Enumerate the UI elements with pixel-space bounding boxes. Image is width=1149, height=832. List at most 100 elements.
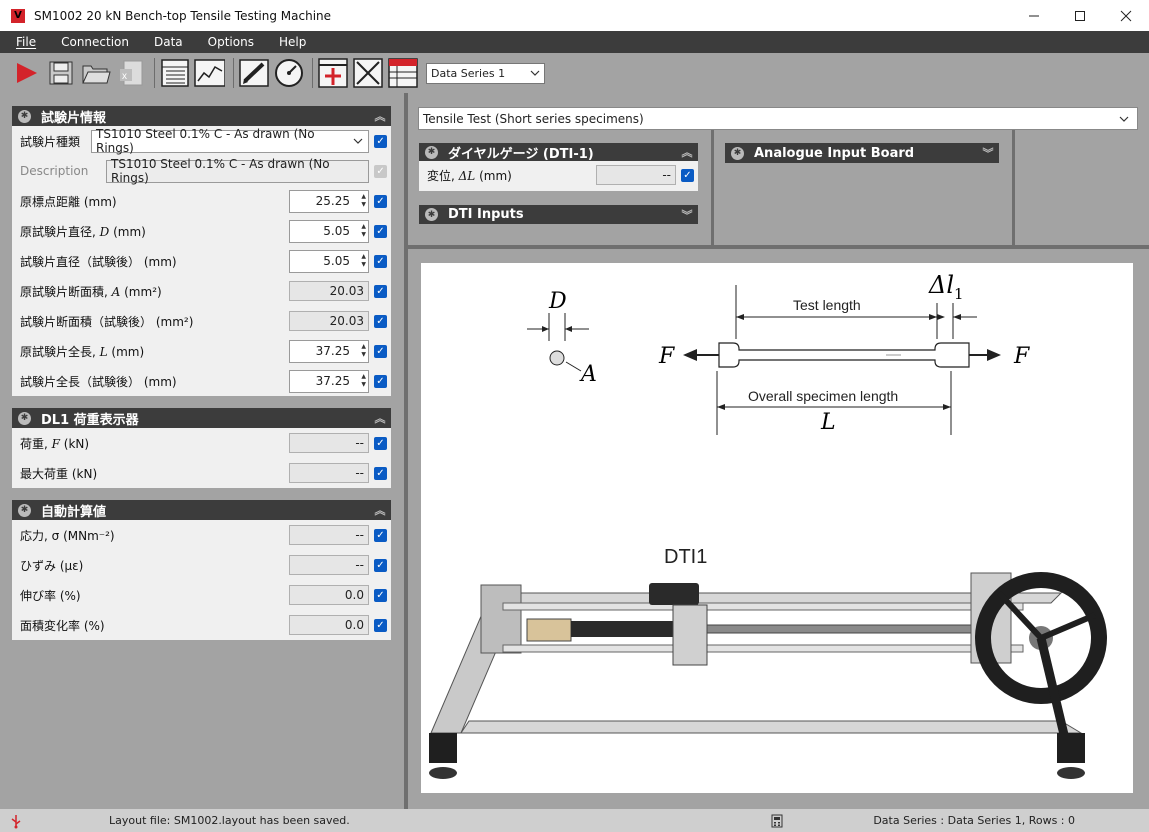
specimen-info-header[interactable]: ✱ 試験片情報 ︽ <box>12 106 391 126</box>
dial-gauge-header[interactable]: ✱ ダイヤルゲージ (DTI-1) ︽ <box>419 143 698 162</box>
checkbox: ✓ <box>374 164 387 178</box>
dti-inputs-header[interactable]: ✱ DTI Inputs ︾ <box>419 205 698 224</box>
expand-icon[interactable]: ︾ <box>676 207 698 223</box>
collapse-icon[interactable]: ︽ <box>369 108 391 124</box>
test-type-select[interactable]: Tensile Test (Short series specimens) <box>418 107 1138 130</box>
readonly-value: 20.03 <box>289 281 369 301</box>
checkbox[interactable]: ✓ <box>374 558 387 572</box>
menu-connection[interactable]: Connection <box>61 35 129 49</box>
calibrate-button[interactable] <box>273 58 304 89</box>
menu-file[interactable]: File <box>16 35 36 49</box>
add-row-button[interactable] <box>317 58 348 89</box>
menu-data[interactable]: Data <box>154 35 183 49</box>
calculator-icon[interactable] <box>771 814 783 828</box>
param-row: 変位, ΔL (mm) -- ✓ <box>419 161 698 189</box>
field-label: 変位, ΔL (mm) <box>427 168 512 183</box>
arrowhead <box>565 326 572 332</box>
param-row: 最大荷重 (kN) -- ✓ <box>12 458 391 488</box>
collapse-icon[interactable]: ︽ <box>369 502 391 518</box>
field-label: 試験片種類 <box>20 134 81 149</box>
end-block <box>480 584 522 654</box>
numeric-input[interactable]: 25.25 ▲ ▼ <box>289 189 369 213</box>
calculated-values-header[interactable]: ✱ 自動計算値 ︽ <box>12 500 391 520</box>
panel-title: Analogue Input Board <box>754 145 915 161</box>
param-row: 伸び率 (%) 0.0 ✓ <box>12 580 391 610</box>
checkbox[interactable]: ✓ <box>374 374 387 388</box>
checkbox[interactable]: ✓ <box>681 168 694 182</box>
arrowhead <box>683 349 697 361</box>
field-label: 荷重, F (kN) <box>20 436 90 451</box>
arrowhead <box>929 314 937 320</box>
spin-arrows-icon[interactable]: ▲ ▼ <box>361 373 366 389</box>
panel-title: 自動計算値 <box>41 504 107 520</box>
delete-icon <box>352 58 383 88</box>
specimen-type-value: TS1010 Steel 0.1% C - As drawn (No Rings… <box>96 127 315 155</box>
start-button[interactable] <box>10 58 41 89</box>
readonly-value: 0.0 <box>289 615 369 635</box>
spin-arrows-icon[interactable]: ▲ ▼ <box>361 223 366 239</box>
field-label: 試験片全長（試験後） (mm) <box>20 374 177 389</box>
checkbox[interactable]: ✓ <box>374 224 387 238</box>
description-field[interactable]: TS1010 Steel 0.1% C - As drawn (No Rings… <box>106 157 370 185</box>
param-row: 試験片全長（試験後） (mm) 37.25 ▲ ▼ ✓ <box>12 366 391 396</box>
minimize-button[interactable] <box>1011 0 1057 31</box>
param-row: 面積変化率 (%) 0.0 ✓ <box>12 610 391 640</box>
close-button[interactable] <box>1103 0 1149 31</box>
checkbox[interactable]: ✓ <box>374 588 387 602</box>
checkbox[interactable]: ✓ <box>374 528 387 542</box>
guide-rod <box>502 602 1024 611</box>
data-series-select-value: Data Series 1 <box>431 66 506 80</box>
panel-title: DL1 荷重表示器 <box>41 412 139 428</box>
field-label: ひずみ (με) <box>20 558 84 573</box>
close-icon <box>1120 10 1132 21</box>
table-view-button[interactable] <box>159 58 190 89</box>
handwheel-spoke <box>1039 612 1097 641</box>
numeric-input[interactable]: 37.25 ▲ ▼ <box>289 369 369 393</box>
maximize-button[interactable] <box>1057 0 1103 31</box>
spin-arrows-icon[interactable]: ▲ ▼ <box>361 253 366 269</box>
load-display-header[interactable]: ✱ DL1 荷重表示器 ︽ <box>12 408 391 428</box>
spin-arrows-icon[interactable]: ▲ ▼ <box>361 193 366 209</box>
gear-icon: ✱ <box>425 208 438 221</box>
open-button[interactable] <box>80 58 111 89</box>
analogue-input-header[interactable]: ✱ Analogue Input Board ︾ <box>725 143 999 163</box>
export-excel-button[interactable]: x <box>115 58 146 89</box>
collapse-icon[interactable]: ︽ <box>676 144 698 160</box>
data-series-select[interactable]: Data Series 1 <box>426 62 545 84</box>
expand-icon[interactable]: ︾ <box>977 145 999 161</box>
dial-gauge-panel: ✱ ダイヤルゲージ (DTI-1) ︽ 変位, ΔL (mm) -- ✓ <box>419 143 698 191</box>
numeric-input[interactable]: 5.05 ▲ ▼ <box>289 219 369 243</box>
field-label: 伸び率 (%) <box>20 588 81 603</box>
specimen-type-select[interactable]: TS1010 Steel 0.1% C - As drawn (No Rings… <box>91 127 370 155</box>
maximize-icon <box>1075 10 1085 21</box>
checkbox[interactable]: ✓ <box>374 284 387 298</box>
checkbox[interactable]: ✓ <box>374 194 387 208</box>
numeric-input[interactable]: 37.25 ▲ ▼ <box>289 339 369 363</box>
checkbox[interactable]: ✓ <box>374 618 387 632</box>
l-label: L <box>820 410 836 435</box>
checkbox[interactable]: ✓ <box>374 134 387 148</box>
delete-row-button[interactable] <box>352 58 383 89</box>
field-label: 原試験片直径, D (mm) <box>20 224 146 239</box>
save-button[interactable] <box>45 58 76 89</box>
readonly-value: -- <box>289 433 369 453</box>
numeric-input[interactable]: 5.05 ▲ ▼ <box>289 249 369 273</box>
menu-help[interactable]: Help <box>279 35 306 49</box>
specimen-shape <box>718 342 970 368</box>
gear-icon: ✱ <box>18 411 31 425</box>
graph-view-button[interactable] <box>194 58 225 89</box>
play-icon <box>16 63 37 83</box>
checkbox[interactable]: ✓ <box>374 436 387 450</box>
edit-button[interactable] <box>238 58 269 89</box>
collapse-icon[interactable]: ︽ <box>369 410 391 426</box>
table-settings-button[interactable] <box>387 58 418 89</box>
checkbox[interactable]: ✓ <box>374 314 387 328</box>
checkbox[interactable]: ✓ <box>374 466 387 480</box>
field-label: 応力, σ (MNm⁻²) <box>20 528 115 543</box>
spin-arrows-icon[interactable]: ▲ ▼ <box>361 343 366 359</box>
checkbox[interactable]: ✓ <box>374 254 387 268</box>
column-divider <box>1012 130 1015 245</box>
leader-line <box>565 361 582 372</box>
menu-options[interactable]: Options <box>208 35 254 49</box>
checkbox[interactable]: ✓ <box>374 344 387 358</box>
